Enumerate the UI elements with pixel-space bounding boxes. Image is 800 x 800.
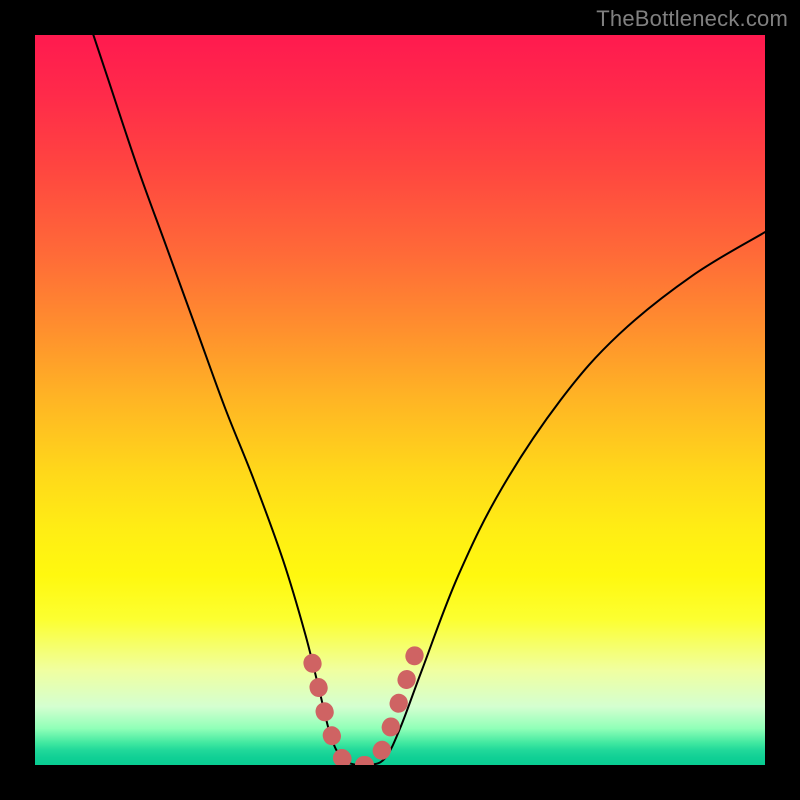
- chart-frame: TheBottleneck.com: [0, 0, 800, 800]
- curve-layer: [35, 35, 765, 765]
- watermark-text: TheBottleneck.com: [596, 6, 788, 32]
- plot-area: [35, 35, 765, 765]
- optimal-band-marker-path: [312, 634, 422, 765]
- bottleneck-curve-path: [93, 35, 765, 765]
